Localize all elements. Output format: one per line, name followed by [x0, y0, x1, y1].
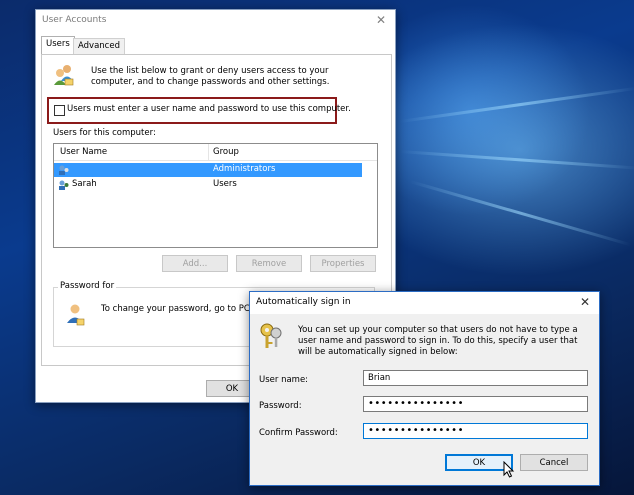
password-label: Password: — [259, 401, 302, 411]
confirm-password-field[interactable]: ••••••••••••••• — [363, 423, 588, 439]
properties-button[interactable]: Properties — [310, 255, 376, 272]
password-group-label: Password for — [58, 281, 117, 291]
group-cell: Administrators — [213, 164, 276, 174]
light-beam — [409, 180, 632, 247]
tab-users[interactable]: Users — [41, 36, 75, 55]
user-name-cell: Sarah — [72, 179, 97, 189]
window-title: User Accounts — [42, 15, 107, 25]
close-button[interactable]: ✕ — [577, 294, 593, 310]
require-password-checkbox[interactable] — [54, 105, 65, 116]
mouse-cursor-icon — [503, 461, 515, 478]
remove-button[interactable]: Remove — [236, 255, 302, 272]
column-divider — [208, 144, 209, 160]
users-list-label: Users for this computer: — [53, 128, 156, 138]
cancel-button[interactable]: Cancel — [520, 454, 588, 471]
username-label: User name: — [259, 375, 309, 385]
close-button[interactable]: ✕ — [373, 12, 389, 28]
intro-text: Use the list below to grant or deny user… — [91, 66, 330, 87]
group-cell: Users — [213, 179, 237, 189]
password-field[interactable]: ••••••••••••••• — [363, 396, 588, 412]
keys-icon — [260, 323, 282, 348]
change-password-text: To change your password, go to PC — [101, 304, 250, 314]
light-beam — [399, 86, 634, 123]
titlebar: User Accounts ✕ — [36, 10, 395, 32]
column-user-name[interactable]: User Name — [60, 147, 107, 158]
column-group[interactable]: Group — [213, 147, 239, 158]
table-row[interactable]: Sarah Users — [54, 178, 362, 192]
username-field[interactable]: Brian — [363, 370, 588, 386]
confirm-password-label: Confirm Password: — [259, 428, 338, 438]
auto-signin-description: You can set up your computer so that use… — [298, 325, 578, 357]
add-button[interactable]: Add... — [162, 255, 228, 272]
window-title: Automatically sign in — [256, 297, 351, 307]
users-icon — [54, 65, 74, 86]
light-beam — [399, 150, 634, 170]
user-icon — [59, 180, 69, 190]
table-row[interactable]: Administrators — [54, 163, 362, 177]
titlebar: Automatically sign in ✕ — [250, 292, 599, 314]
users-list[interactable]: User Name Group Administrators Sarah Use… — [53, 143, 378, 248]
require-password-label[interactable]: Users must enter a user name and passwor… — [67, 104, 351, 115]
tab-advanced[interactable]: Advanced — [73, 38, 125, 55]
user-icon — [59, 165, 69, 175]
user-key-icon — [67, 304, 85, 326]
list-header: User Name Group — [54, 144, 377, 161]
